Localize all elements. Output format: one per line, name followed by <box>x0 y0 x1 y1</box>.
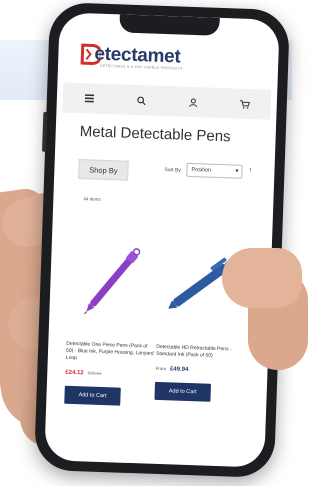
product-price-prefix: From <box>155 365 167 372</box>
item-count: 44 Items <box>83 196 101 202</box>
product-name[interactable]: Detectable HD Retractable Pens - Standar… <box>156 344 244 361</box>
product-name[interactable]: Detectable One Piece Pens (Pack of 50) -… <box>66 341 155 365</box>
product-image[interactable] <box>67 235 158 328</box>
product-price: £24.12 £30.15 <box>65 370 153 379</box>
pen-purple-icon <box>84 248 141 315</box>
brand-logo[interactable]: etectamet DETECTABLE & X-RAY VISIBLE PRO… <box>80 41 261 77</box>
page-title: Metal Detectable Pens <box>79 123 231 146</box>
add-to-cart-button[interactable]: Add to Cart <box>154 381 212 402</box>
phone-notch <box>119 14 220 36</box>
product-price-current: £24.12 <box>65 369 84 377</box>
sort-select[interactable]: Position ▾ <box>186 162 243 179</box>
menu-icon[interactable] <box>82 91 96 105</box>
search-icon[interactable] <box>134 93 148 107</box>
phone-frame: etectamet DETECTABLE & X-RAY VISIBLE PRO… <box>33 1 291 479</box>
add-to-cart-button[interactable]: Add to Cart <box>64 385 121 406</box>
cart-icon[interactable] <box>238 97 252 111</box>
sort-by-label: Sort By <box>164 167 181 174</box>
sort-direction-arrow-icon[interactable]: ↑ <box>248 167 252 174</box>
phone-side-button <box>42 111 48 152</box>
shop-by-button[interactable]: Shop By <box>78 159 129 181</box>
sort-selected-value: Position <box>191 166 212 174</box>
product-price-current: £49.94 <box>169 366 189 373</box>
phone-screen: etectamet DETECTABLE & X-RAY VISIBLE PRO… <box>44 12 280 468</box>
mobile-nav-bar <box>62 82 272 120</box>
product-price: From £49.94 <box>155 366 243 375</box>
product-card: Detectable One Piece Pens (Pack of 50) -… <box>64 235 158 407</box>
user-icon[interactable] <box>186 95 200 109</box>
chevron-down-icon: ▾ <box>235 168 239 175</box>
hand-thumb <box>222 248 302 308</box>
product-price-old: £30.15 <box>87 370 102 376</box>
